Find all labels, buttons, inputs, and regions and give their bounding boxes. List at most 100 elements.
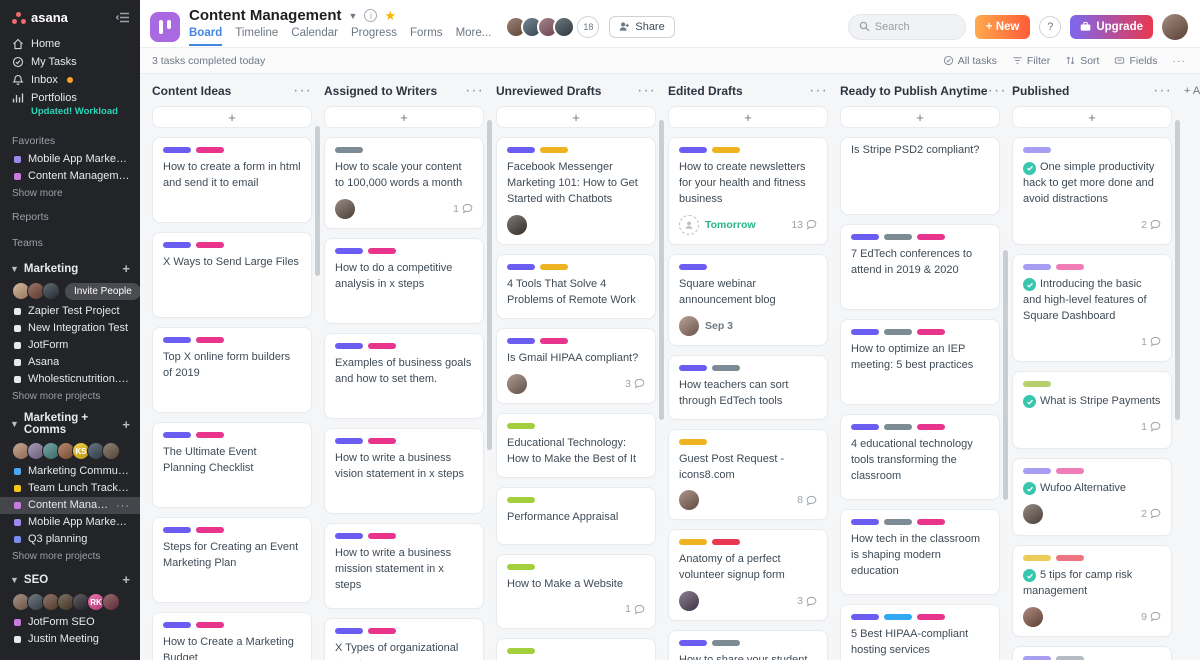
sidebar-project-q3-planning[interactable]: Q3 planning <box>0 531 140 548</box>
sidebar-item-inbox[interactable]: Inbox <box>0 71 140 89</box>
sidebar-project-content-management[interactable]: Content Management··· <box>0 497 140 514</box>
sidebar-project-zapier-test-project[interactable]: Zapier Test Project <box>0 303 140 320</box>
column-options-icon[interactable]: ··· <box>465 82 484 100</box>
add-section-button[interactable]: + Add section <box>1184 85 1200 97</box>
toolbar-fields[interactable]: Fields <box>1114 55 1157 67</box>
task-card[interactable]: Steps for Creating an Event Marketing Pl… <box>152 517 312 603</box>
add-project-icon[interactable]: + <box>122 572 130 587</box>
completed-check-icon[interactable] <box>1023 162 1036 175</box>
sidebar-project-mobile-app-marketing-lau[interactable]: Mobile App Marketing Lau... <box>0 151 140 168</box>
chevron-down-icon[interactable]: ▼ <box>349 11 358 21</box>
task-card[interactable]: What is Stripe Payments1 <box>1012 371 1172 449</box>
task-card[interactable]: How to create newsletters for your healt… <box>668 137 828 245</box>
task-card[interactable]: How to write a business mission statemen… <box>324 523 484 609</box>
task-card[interactable]: How to Make a Website1 <box>496 554 656 630</box>
info-icon[interactable]: i <box>364 9 377 22</box>
task-card[interactable]: Top X online form builders of 2019 <box>152 327 312 413</box>
sidebar-project-new-integration-test[interactable]: New Integration Test <box>0 320 140 337</box>
sidebar-project-marketing-communication[interactable]: Marketing Communication... <box>0 463 140 480</box>
assignee-avatar[interactable] <box>679 591 699 611</box>
member-avatars[interactable]: 18 <box>505 16 599 38</box>
add-project-icon[interactable]: + <box>122 417 130 432</box>
completed-check-icon[interactable] <box>1023 278 1036 291</box>
task-card[interactable]: How to create a form in html and send it… <box>152 137 312 223</box>
upgrade-button[interactable]: Upgrade <box>1070 15 1153 39</box>
tab-progress[interactable]: Progress <box>351 27 397 46</box>
unassigned-avatar-icon[interactable] <box>679 215 699 235</box>
sidebar-project-justin-meeting[interactable]: Justin Meeting <box>0 631 140 648</box>
column-options-icon[interactable]: ··· <box>988 82 1007 100</box>
task-card[interactable]: Anatomy of a perfect volunteer signup fo… <box>668 529 828 621</box>
new-button[interactable]: + New <box>975 15 1031 39</box>
completed-check-icon[interactable] <box>1023 395 1036 408</box>
toolbar-all-tasks[interactable]: All tasks <box>943 55 997 67</box>
task-card[interactable]: How to use surveys to obtain funding for… <box>1012 646 1172 660</box>
task-card[interactable]: How to share your student data with coll… <box>668 630 828 660</box>
task-card[interactable]: Introducing the basic and high-level fea… <box>1012 254 1172 362</box>
invite-people-button[interactable]: Invite People <box>65 283 140 300</box>
show-more-projects[interactable]: Show more projects <box>0 548 140 564</box>
task-card[interactable]: How to Create a Marketing Budget <box>152 612 312 660</box>
task-card[interactable]: How teachers can sort through EdTech too… <box>668 355 828 420</box>
toolbar-filter[interactable]: Filter <box>1012 55 1050 67</box>
column-scrollbar[interactable] <box>487 120 492 450</box>
assignee-avatar[interactable] <box>1023 504 1043 524</box>
sidebar-item-home[interactable]: Home <box>0 35 140 53</box>
add-task-button[interactable]: + <box>1012 106 1172 128</box>
tab-calendar[interactable]: Calendar <box>291 27 338 46</box>
team-marketing[interactable]: ▼Marketing+ <box>0 253 140 278</box>
team-seo[interactable]: ▼SEO+ <box>0 564 140 589</box>
column-scrollbar[interactable] <box>1175 120 1180 420</box>
add-task-button[interactable]: + <box>152 106 312 128</box>
column-scrollbar[interactable] <box>315 126 320 276</box>
project-options-icon[interactable]: ··· <box>116 500 130 512</box>
help-button[interactable]: ? <box>1039 16 1061 38</box>
completed-check-icon[interactable] <box>1023 569 1036 582</box>
toolbar-more-icon[interactable]: ··· <box>1173 55 1187 67</box>
task-card[interactable]: How to optimize an IEP meeting: 5 best p… <box>840 319 1000 405</box>
task-card[interactable]: How to write a business vision statement… <box>324 428 484 514</box>
avatar[interactable] <box>102 593 120 611</box>
show-more-projects[interactable]: Show more projects <box>0 388 140 404</box>
task-card[interactable]: The Ultimate Event Planning Checklist <box>152 422 312 508</box>
task-card[interactable]: 7 EdTech conferences to attend in 2019 &… <box>840 224 1000 310</box>
sidebar-project-asana[interactable]: Asana <box>0 354 140 371</box>
toolbar-sort[interactable]: Sort <box>1065 55 1099 67</box>
user-avatar[interactable] <box>1162 14 1188 40</box>
task-card[interactable]: Examples of business goals and how to se… <box>324 333 484 419</box>
column-options-icon[interactable]: ··· <box>637 82 656 100</box>
tab-forms[interactable]: Forms <box>410 27 443 46</box>
sidebar-project-jotform-seo[interactable]: JotForm SEO <box>0 614 140 631</box>
task-card[interactable]: How tech in the classroom is shaping mod… <box>840 509 1000 595</box>
column-options-icon[interactable]: ··· <box>293 82 312 100</box>
avatar[interactable] <box>42 282 60 300</box>
task-card[interactable]: One simple productivity hack to get more… <box>1012 137 1172 245</box>
members-count-badge[interactable]: 18 <box>577 16 599 38</box>
sidebar-item-my-tasks[interactable]: My Tasks <box>0 53 140 71</box>
avatar[interactable] <box>102 442 120 460</box>
completed-check-icon[interactable] <box>1023 482 1036 495</box>
reports-section-title[interactable]: Reports <box>0 201 140 227</box>
column-options-icon[interactable]: ··· <box>1153 82 1172 100</box>
assignee-avatar[interactable] <box>1023 607 1043 627</box>
column-scrollbar[interactable] <box>1003 250 1008 500</box>
assignee-avatar[interactable] <box>679 316 699 336</box>
tab-timeline[interactable]: Timeline <box>235 27 278 46</box>
task-card[interactable]: 4 Tools That Solve 4 Problems of Remote … <box>496 254 656 319</box>
task-card[interactable]: Is Gmail HIPAA compliant?3 <box>496 328 656 404</box>
assignee-avatar[interactable] <box>507 374 527 394</box>
favorite-star-icon[interactable]: ★ <box>384 8 396 24</box>
assignee-avatar[interactable] <box>507 215 527 235</box>
task-card[interactable]: How to Write a Business Plan <box>496 638 656 660</box>
search-input[interactable]: Search <box>848 14 966 40</box>
task-card[interactable]: Facebook Messenger Marketing 101: How to… <box>496 137 656 245</box>
add-task-button[interactable]: + <box>324 106 484 128</box>
sidebar-project-mobile-app-marketing-lau[interactable]: Mobile App Marketing Lau... <box>0 514 140 531</box>
sidebar-project-wholesticnutrition-com[interactable]: Wholesticnutrition.com <box>0 371 140 388</box>
sidebar-project-content-management[interactable]: Content Management <box>0 168 140 185</box>
add-project-icon[interactable]: + <box>122 261 130 276</box>
task-card[interactable]: Is Stripe PSD2 compliant? <box>840 137 1000 215</box>
asana-logo[interactable]: asana <box>12 10 68 25</box>
task-card[interactable]: Square webinar announcement blogSep 3 <box>668 254 828 346</box>
task-card[interactable]: Educational Technology: How to Make the … <box>496 413 656 478</box>
